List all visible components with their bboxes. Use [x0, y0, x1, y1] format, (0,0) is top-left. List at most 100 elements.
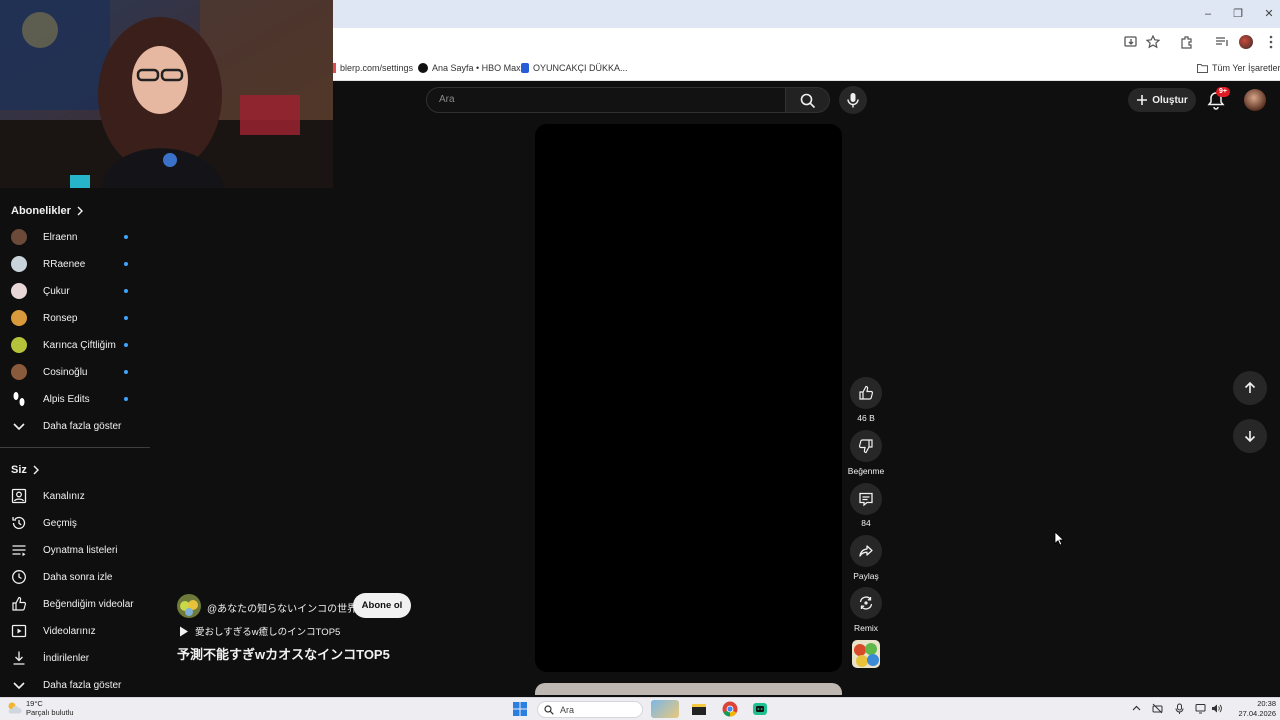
subscription-ronsep[interactable]: Ronsep [0, 305, 150, 331]
sound-thumbnail[interactable] [852, 640, 880, 668]
subscribe-button[interactable]: Abone ol [353, 593, 411, 618]
install-app-icon[interactable] [1123, 34, 1139, 50]
restore-icon[interactable]: ❐ [1230, 6, 1246, 22]
arrow-up-icon [1244, 381, 1256, 393]
you-heading[interactable]: Siz [11, 464, 40, 476]
subscription-rraenee[interactable]: RRaenee [0, 251, 150, 277]
bookmark-hbo[interactable]: Ana Sayfa • HBO Max [418, 61, 521, 75]
partly-cloudy-icon [8, 702, 22, 714]
chrome-icon[interactable] [722, 701, 738, 717]
plus-icon [1137, 95, 1148, 105]
taskbar-search-placeholder: Ara [560, 704, 575, 715]
system-clock[interactable]: 20:38 27.04.2026 [1226, 699, 1276, 719]
previous-short-button[interactable] [1233, 371, 1267, 405]
sidebar-item-liked-videos[interactable]: Beğendiğim videolar [0, 591, 150, 617]
thumb-down-icon [858, 439, 873, 454]
microphone-icon[interactable] [1174, 703, 1185, 714]
bookmark-label: Ana Sayfa • HBO Max [432, 63, 521, 73]
subscription-label: Karınca Çiftliğim [43, 339, 116, 351]
channel-avatar[interactable] [177, 594, 201, 618]
search-icon [800, 93, 816, 109]
sound-link[interactable]: 愛おしすぎるw癒しのインコTOP5 [179, 624, 340, 638]
subscription-alpis-edits[interactable]: Alpis Edits [0, 386, 150, 412]
sidebar-item-your-channel[interactable]: Kanalınız [0, 483, 150, 509]
search-highlight-image[interactable] [651, 700, 679, 718]
new-content-dot [124, 397, 128, 401]
bookmark-oyuncakci[interactable]: OYUNCAKÇI DÜKKA... [521, 61, 628, 75]
remix-button[interactable] [850, 587, 882, 619]
clock-time: 20:38 [1257, 699, 1276, 708]
next-short-button[interactable] [1233, 419, 1267, 453]
weather-widget[interactable]: 19°C Parçalı bulutlu [6, 699, 74, 717]
chevron-down-icon [13, 682, 25, 690]
next-short-preview[interactable] [535, 683, 842, 695]
shorts-video-player[interactable] [535, 124, 842, 672]
voice-search-button[interactable] [839, 86, 867, 114]
share-label: Paylaş [853, 571, 879, 581]
bookmark-blerp[interactable]: blerp.com/settings [333, 61, 413, 75]
you-show-more[interactable]: Daha fazla göster [0, 672, 150, 698]
thumb-up-icon [859, 385, 874, 400]
sidebar-item-your-videos[interactable]: Videolarınız [0, 618, 150, 644]
subscription-cosinoglu[interactable]: Cosinoğlu [0, 359, 150, 385]
network-off-icon[interactable] [1152, 703, 1163, 714]
taskbar-search[interactable]: Ara [537, 701, 643, 718]
app-icon[interactable] [752, 701, 768, 717]
chevron-right-icon [77, 206, 83, 216]
more-menu-icon[interactable] [1263, 34, 1279, 50]
weather-condition: Parçalı bulutlu [26, 708, 74, 717]
subscriptions-heading[interactable]: Abonelikler [11, 205, 84, 217]
short-title[interactable]: 予測不能すぎwカオスなインコTOP5 [177, 644, 390, 663]
remix-icon [859, 596, 873, 610]
comments-button[interactable] [850, 483, 882, 515]
display-icon[interactable] [1195, 703, 1206, 714]
close-icon[interactable]: ✕ [1261, 6, 1277, 22]
play-icon [180, 626, 188, 636]
clock-icon [12, 570, 26, 584]
show-more-label: Daha fazla göster [43, 679, 122, 691]
sidebar-item-playlists[interactable]: Oynatma listeleri [0, 537, 150, 563]
subscriptions-show-more[interactable]: Daha fazla göster [0, 413, 150, 439]
subscription-label: Çukur [43, 285, 70, 297]
windows-start-icon[interactable] [512, 701, 528, 717]
channel-avatar [11, 310, 27, 326]
clock-date: 27.04.2026 [1238, 709, 1276, 718]
media-control-icon[interactable] [1214, 34, 1230, 50]
share-icon [859, 545, 873, 557]
channel-name[interactable]: @あなたの知らないインコの世界 [207, 600, 357, 615]
volume-icon[interactable] [1211, 703, 1222, 714]
subscription-karinca-ciftligim[interactable]: Karınca Çiftliğim [0, 332, 150, 358]
nav-label: Beğendiğim videolar [43, 598, 134, 610]
new-content-dot [124, 316, 128, 320]
subscription-label: Ronsep [43, 312, 78, 324]
notifications-button[interactable]: 9+ [1207, 87, 1230, 110]
new-content-dot [124, 235, 128, 239]
like-button[interactable] [850, 377, 882, 409]
search-input[interactable]: Ara [426, 87, 786, 113]
all-bookmarks[interactable]: Tüm Yer İşaretleri [1197, 61, 1280, 75]
bookmark-label: blerp.com/settings [340, 63, 414, 73]
video-icon [11, 624, 27, 638]
notification-badge: 9+ [1216, 87, 1230, 97]
file-explorer-icon[interactable] [691, 701, 707, 717]
blerp-icon [333, 63, 336, 73]
dislike-button[interactable] [850, 430, 882, 462]
channel-avatar [11, 337, 27, 353]
create-button[interactable]: Oluştur [1128, 88, 1196, 112]
subscription-elraenn[interactable]: Elraenn [0, 224, 150, 250]
profile-avatar[interactable] [1239, 35, 1253, 49]
sidebar-item-watch-later[interactable]: Daha sonra izle [0, 564, 150, 590]
share-button[interactable] [850, 535, 882, 567]
bookmark-star-icon[interactable] [1145, 34, 1161, 50]
extensions-icon[interactable] [1179, 34, 1195, 50]
minimize-icon[interactable]: – [1200, 6, 1216, 22]
subscription-cukur[interactable]: Çukur [0, 278, 150, 304]
sidebar-item-history[interactable]: Geçmiş [0, 510, 150, 536]
search-button[interactable] [786, 87, 830, 113]
tray-chevron-up-icon[interactable] [1131, 703, 1142, 714]
account-avatar[interactable] [1244, 89, 1266, 111]
document-icon [521, 63, 529, 73]
nav-label: Oynatma listeleri [43, 544, 118, 556]
subscription-label: Alpis Edits [43, 393, 90, 405]
sidebar-item-downloads[interactable]: İndirilenler [0, 645, 150, 671]
